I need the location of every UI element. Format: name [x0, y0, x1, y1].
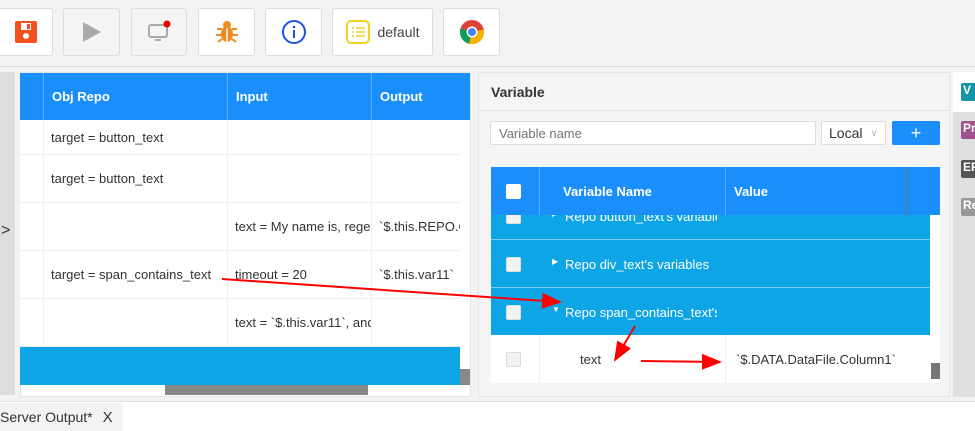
arrow-icon: [640, 353, 722, 370]
arrow-icon: [221, 278, 562, 309]
annotation-arrows: [221, 278, 722, 370]
arrow-icon: [613, 325, 636, 362]
